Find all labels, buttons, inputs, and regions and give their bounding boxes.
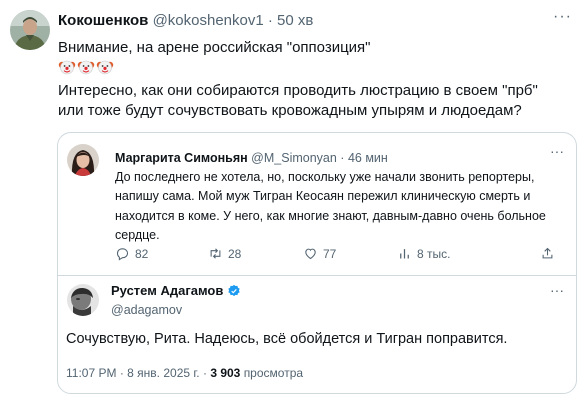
- reply-date[interactable]: 8 янв. 2025 г.: [127, 366, 199, 380]
- reply-author-name[interactable]: Рустем Адагамов: [111, 283, 223, 298]
- repost-icon: [210, 248, 221, 259]
- reply-author-handle[interactable]: @adagamov: [111, 303, 182, 317]
- tweet-text-line: Интересно, как они собираются проводить …: [58, 82, 538, 99]
- repost-button[interactable]: 28: [208, 246, 241, 261]
- tweet-text-line: Внимание, на арене российская "оппозиция…: [58, 39, 371, 56]
- author-handle[interactable]: @kokoshenkov1: [153, 12, 264, 29]
- quote-text-line: До последнего не хотела, но, поскольку у…: [115, 170, 535, 184]
- clown-face-icon: [77, 60, 95, 75]
- author-name[interactable]: Кокошенков: [58, 12, 148, 29]
- quote-author-avatar[interactable]: [67, 144, 99, 176]
- more-icon[interactable]: ···: [550, 143, 564, 159]
- author-avatar[interactable]: [10, 10, 50, 50]
- repost-count: 28: [228, 246, 242, 261]
- like-button[interactable]: 77: [303, 246, 336, 261]
- reply-views-count: 3 903: [210, 366, 241, 380]
- verified-badge-icon: [228, 284, 241, 296]
- reply-text: Сочувствую, Рита. Надеюсь, всё обойдется…: [66, 331, 508, 347]
- clown-face-icon: [96, 60, 114, 75]
- quote-text-line: сердце.: [115, 228, 160, 242]
- like-count: 77: [323, 246, 337, 261]
- share-icon: [542, 247, 553, 259]
- more-icon[interactable]: ···: [553, 8, 572, 26]
- views-button[interactable]: 8 тыс.: [397, 246, 450, 261]
- quote-action-bar: 82 28 77 8 тыс.: [115, 246, 567, 264]
- meta-separator: ·: [202, 366, 207, 380]
- quote-header-separator: ·: [340, 151, 345, 165]
- meta-separator: ·: [119, 366, 124, 380]
- quoted-thread[interactable]: Маргарита Симоньян @M_Simonyan · 46 мин …: [57, 132, 577, 394]
- reply-author[interactable]: Рустем Адагамов: [111, 283, 241, 298]
- more-icon[interactable]: ···: [550, 282, 564, 298]
- quote-time[interactable]: 46 мин: [348, 151, 388, 165]
- quote-text-line: находится в коме. У него, как многие зна…: [115, 209, 546, 223]
- reply-count: 82: [135, 246, 149, 261]
- analytics-icon: [400, 249, 409, 259]
- tweet-text-line: или тоже будут сочувствовать кровожадным…: [58, 102, 522, 119]
- tweet: Кокошенков @kokoshenkov1 · 50 хв ··· Вни…: [0, 0, 586, 400]
- share-button[interactable]: [540, 246, 555, 261]
- quote-author-name[interactable]: Маргарита Симоньян: [115, 151, 248, 165]
- reply-time[interactable]: 11:07 PM: [66, 366, 116, 380]
- quote-header: Маргарита Симоньян @M_Simonyan · 46 мин: [115, 151, 388, 165]
- heart-icon: [305, 248, 316, 260]
- quote-text-line: напишу сама. Мой муж Тигран Кеосаян пере…: [115, 189, 531, 203]
- reply-button[interactable]: 82: [115, 246, 148, 261]
- quote-author-handle[interactable]: @M_Simonyan: [251, 151, 337, 165]
- reply-meta: 11:07 PM · 8 янв. 2025 г. · 3 903 просмо…: [66, 366, 303, 380]
- reply-views-label: просмотра: [243, 366, 304, 380]
- tweet-header: Кокошенков @kokoshenkov1 · 50 хв: [58, 12, 313, 29]
- divider: [58, 275, 576, 276]
- clown-face-icon: [58, 60, 76, 75]
- tweet-time[interactable]: 50 хв: [277, 12, 313, 29]
- reply-icon: [116, 248, 129, 261]
- emoji-row: [58, 58, 114, 76]
- header-separator: ·: [267, 12, 273, 29]
- reply-author-avatar[interactable]: [67, 284, 99, 316]
- views-count: 8 тыс.: [417, 246, 451, 261]
